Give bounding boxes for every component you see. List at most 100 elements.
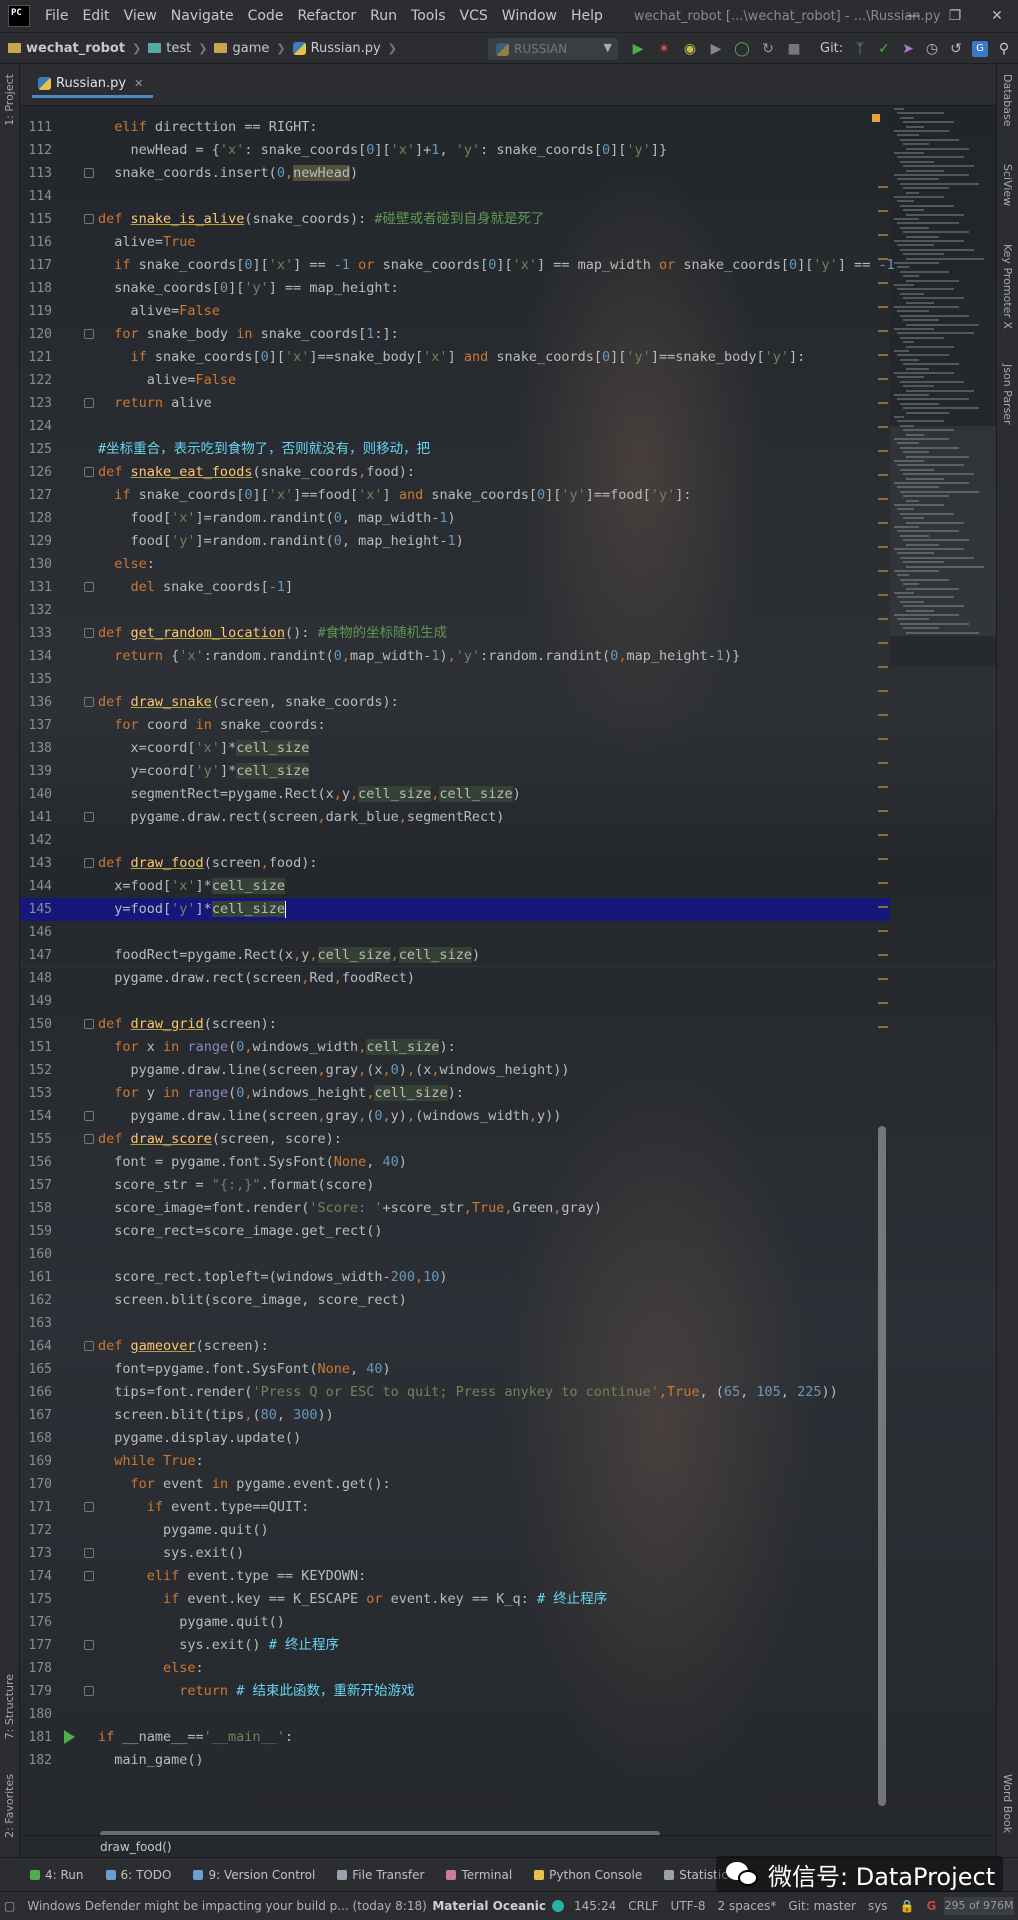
error-stripe-mark[interactable] bbox=[878, 210, 888, 212]
tool-window-9-version-control[interactable]: 9: Version Control bbox=[193, 1868, 315, 1882]
fold-marker-icon[interactable] bbox=[84, 1111, 94, 1121]
code-line[interactable]: 161 score_rect.topleft=(windows_width-20… bbox=[20, 1266, 890, 1289]
debug-icon[interactable]: ✶ bbox=[656, 41, 672, 57]
line-number[interactable]: 152 bbox=[20, 1059, 52, 1082]
line-number[interactable]: 142 bbox=[20, 829, 52, 852]
line-number[interactable]: 153 bbox=[20, 1082, 52, 1105]
menu-code[interactable]: Code bbox=[241, 8, 291, 24]
code-line[interactable]: 124 bbox=[20, 415, 890, 438]
code-line[interactable]: 152 pygame.draw.line(screen,gray,(x,0),(… bbox=[20, 1059, 890, 1082]
line-number[interactable]: 157 bbox=[20, 1174, 52, 1197]
code-line[interactable]: 151 for x in range(0,windows_width,cell_… bbox=[20, 1036, 890, 1059]
code-line[interactable]: 130 else: bbox=[20, 553, 890, 576]
line-number[interactable]: 168 bbox=[20, 1427, 52, 1450]
history-icon[interactable]: ◷ bbox=[924, 41, 940, 57]
line-number[interactable]: 114 bbox=[20, 185, 52, 208]
fold-marker-icon[interactable] bbox=[84, 1640, 94, 1650]
error-stripe-mark[interactable] bbox=[878, 186, 888, 188]
error-stripe-mark[interactable] bbox=[878, 810, 888, 812]
error-stripe-mark[interactable] bbox=[878, 858, 888, 860]
code-line[interactable]: 117 if snake_coords[0]['x'] == -1 or sna… bbox=[20, 254, 895, 277]
fold-marker-icon[interactable] bbox=[84, 628, 94, 638]
error-stripe-mark[interactable] bbox=[878, 618, 888, 620]
code-line[interactable]: 125 #坐标重合，表示吃到食物了，否则就没有，则移动，把 bbox=[20, 438, 890, 461]
error-stripe-mark[interactable] bbox=[878, 570, 888, 572]
interpreter[interactable]: sys bbox=[862, 1899, 894, 1913]
lock-icon[interactable]: 🔒 bbox=[894, 1899, 921, 1913]
fold-marker-icon[interactable] bbox=[84, 697, 94, 707]
line-number[interactable]: 158 bbox=[20, 1197, 52, 1220]
line-number[interactable]: 148 bbox=[20, 967, 52, 990]
code-line[interactable]: 166 tips=font.render('Press Q or ESC to … bbox=[20, 1381, 890, 1404]
line-number[interactable]: 173 bbox=[20, 1542, 52, 1565]
menu-view[interactable]: View bbox=[117, 8, 164, 24]
code-line[interactable]: 140 segmentRect=pygame.Rect(x,y,cell_siz… bbox=[20, 783, 890, 806]
line-number[interactable]: 133 bbox=[20, 622, 52, 645]
code-line[interactable]: 156 font = pygame.font.SysFont(None, 40) bbox=[20, 1151, 890, 1174]
menu-refactor[interactable]: Refactor bbox=[290, 8, 363, 24]
line-number[interactable]: 147 bbox=[20, 944, 52, 967]
code-line[interactable]: 167 screen.blit(tips,(80, 300)) bbox=[20, 1404, 890, 1427]
error-stripe-mark[interactable] bbox=[878, 426, 888, 428]
line-number[interactable]: 177 bbox=[20, 1634, 52, 1657]
code-line[interactable]: 144 x=food['x']*cell_size bbox=[20, 875, 890, 898]
error-stripe-mark[interactable] bbox=[878, 738, 888, 740]
error-stripe-mark[interactable] bbox=[878, 786, 888, 788]
line-number[interactable]: 143 bbox=[20, 852, 52, 875]
line-number[interactable]: 170 bbox=[20, 1473, 52, 1496]
code-line[interactable]: 178 else: bbox=[20, 1657, 890, 1680]
concurrency-icon[interactable]: ◯ bbox=[734, 41, 750, 57]
code-line[interactable]: 145 y=food['y']*cell_size bbox=[20, 898, 890, 921]
line-number[interactable]: 144 bbox=[20, 875, 52, 898]
error-stripe-mark[interactable] bbox=[878, 234, 888, 236]
code-line[interactable]: 153 for y in range(0,windows_height,cell… bbox=[20, 1082, 890, 1105]
code-line[interactable]: 176 pygame.quit() bbox=[20, 1611, 890, 1634]
line-number[interactable]: 117 bbox=[20, 254, 52, 277]
line-number[interactable]: 164 bbox=[20, 1335, 52, 1358]
code-line[interactable]: 123 return alive bbox=[20, 392, 890, 415]
code-line[interactable]: 171 if event.type==QUIT: bbox=[20, 1496, 890, 1519]
code-line[interactable]: 137 for coord in snake_coords: bbox=[20, 714, 890, 737]
line-number[interactable]: 176 bbox=[20, 1611, 52, 1634]
fold-marker-icon[interactable] bbox=[84, 812, 94, 822]
code-line[interactable]: 121 if snake_coords[0]['x']==snake_body[… bbox=[20, 346, 890, 369]
run-configuration-select[interactable]: RUSSIAN ▼ bbox=[488, 38, 618, 60]
code-line[interactable]: 122 alive=False bbox=[20, 369, 890, 392]
line-number[interactable]: 113 bbox=[20, 162, 52, 185]
error-stripe-mark[interactable] bbox=[878, 402, 888, 404]
line-number[interactable]: 172 bbox=[20, 1519, 52, 1542]
line-number[interactable]: 182 bbox=[20, 1749, 52, 1772]
code-line[interactable]: 148 pygame.draw.rect(screen,Red,foodRect… bbox=[20, 967, 890, 990]
menu-vcs[interactable]: VCS bbox=[453, 8, 495, 24]
theme-indicator[interactable]: Material Oceanic bbox=[426, 1899, 552, 1913]
code-line[interactable]: 157 score_str = "{:,}".format(score) bbox=[20, 1174, 890, 1197]
search-icon[interactable]: ⚲ bbox=[996, 41, 1012, 57]
sciview-tool-tab[interactable]: SciView bbox=[1001, 164, 1014, 206]
code-line[interactable]: 120 for snake_body in snake_coords[1:]: bbox=[20, 323, 890, 346]
line-number[interactable]: 146 bbox=[20, 921, 52, 944]
line-number[interactable]: 126 bbox=[20, 461, 52, 484]
code-line[interactable]: 154 pygame.draw.line(screen,gray,(0,y),(… bbox=[20, 1105, 890, 1128]
fold-marker-icon[interactable] bbox=[84, 329, 94, 339]
code-breadcrumb[interactable]: draw_food() bbox=[20, 1835, 996, 1857]
code-line[interactable]: 126 def snake_eat_foods(snake_coords,food… bbox=[20, 461, 890, 484]
line-number[interactable]: 125 bbox=[20, 438, 52, 461]
error-stripe-mark[interactable] bbox=[878, 258, 888, 260]
line-number[interactable]: 121 bbox=[20, 346, 52, 369]
word-book-tool-tab[interactable]: Word Book bbox=[1001, 1774, 1014, 1833]
code-line[interactable]: 158 score_image=font.render('Score: '+sc… bbox=[20, 1197, 890, 1220]
code-line[interactable]: 134 return {'x':random.randint(0,map_wid… bbox=[20, 645, 890, 668]
line-number[interactable]: 169 bbox=[20, 1450, 52, 1473]
error-stripe-mark[interactable] bbox=[878, 1002, 888, 1004]
fold-marker-icon[interactable] bbox=[84, 1502, 94, 1512]
fold-marker-icon[interactable] bbox=[84, 1548, 94, 1558]
json-parser-tool-tab[interactable]: Json Parser bbox=[1001, 364, 1014, 425]
line-number[interactable]: 138 bbox=[20, 737, 52, 760]
code-line[interactable]: 160 bbox=[20, 1243, 890, 1266]
tool-window-4-run[interactable]: 4: Run bbox=[30, 1868, 84, 1882]
error-stripe-mark[interactable] bbox=[878, 978, 888, 980]
error-stripe-mark[interactable] bbox=[878, 642, 888, 644]
code-line[interactable]: 165 font=pygame.font.SysFont(None, 40) bbox=[20, 1358, 890, 1381]
error-stripe-mark[interactable] bbox=[878, 330, 888, 332]
error-stripe-mark[interactable] bbox=[878, 930, 888, 932]
